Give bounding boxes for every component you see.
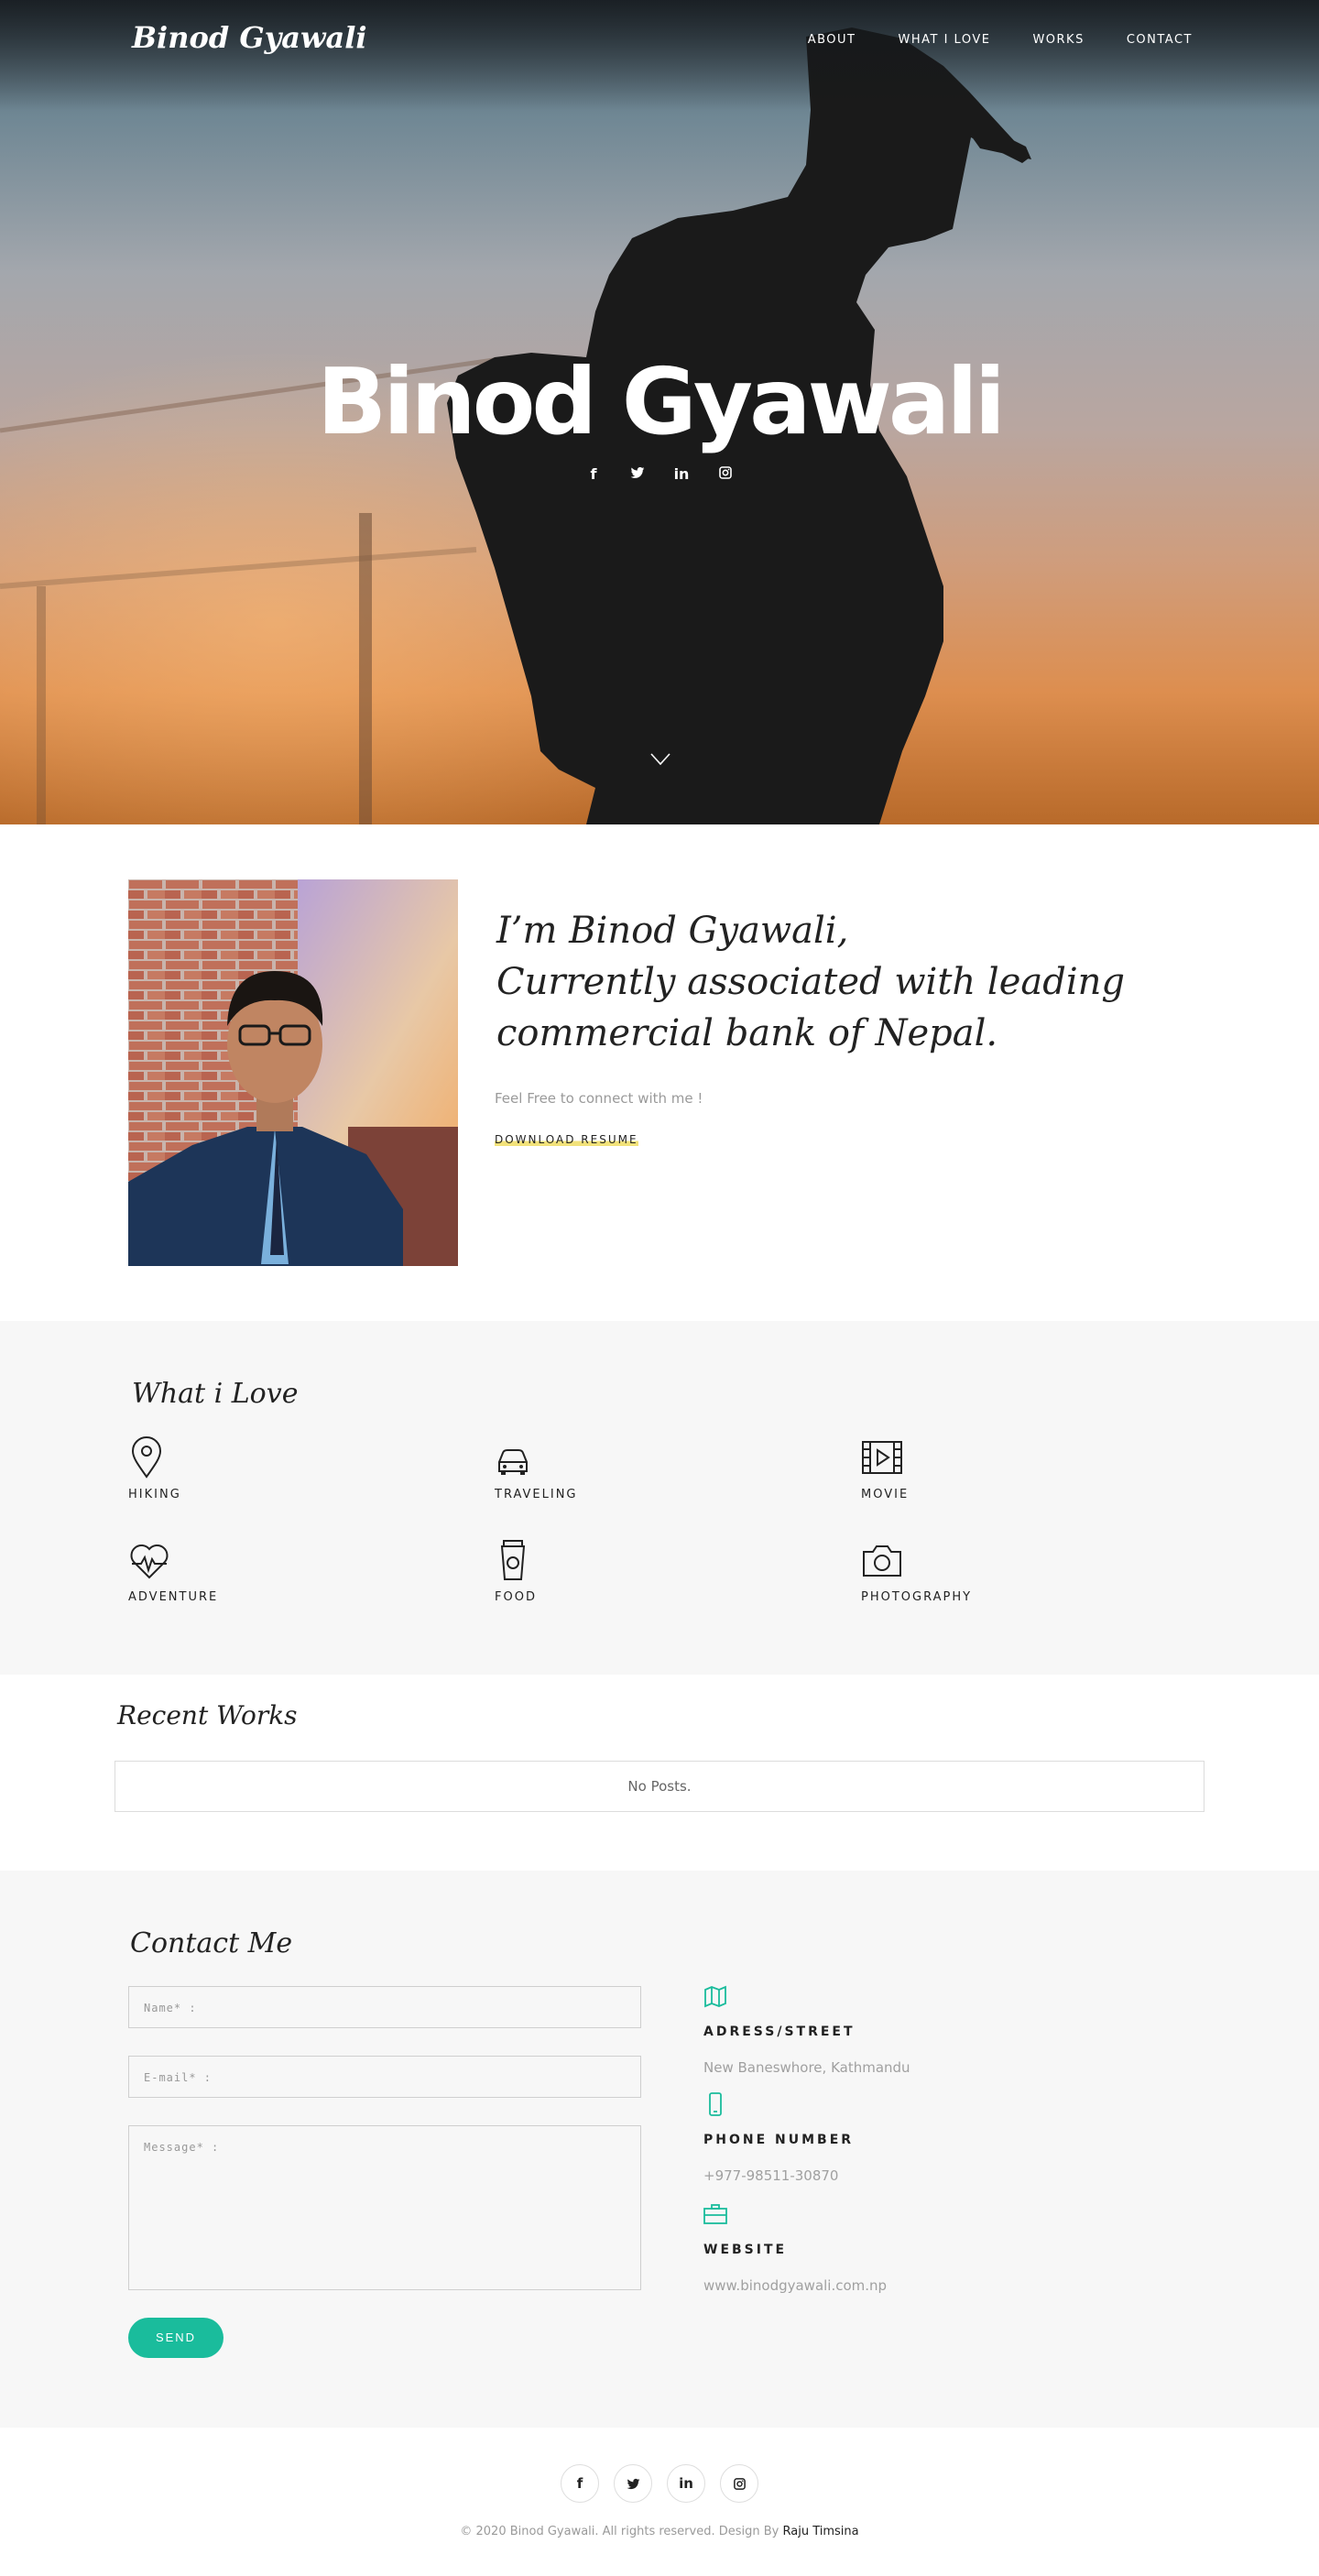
site-logo[interactable]: Binod Gyawali — [132, 20, 367, 55]
about-heading-line: I’m Binod Gyawali, — [496, 910, 849, 952]
instagram-icon[interactable] — [716, 465, 735, 484]
hero-social-links: f in — [0, 465, 1319, 484]
name-field[interactable]: Name* : — [128, 1986, 641, 2028]
message-field[interactable]: Message* : — [128, 2125, 641, 2290]
contact-section: Contact Me Name* : E-mail* : Message* : … — [0, 1871, 1319, 2428]
heartbeat-icon — [130, 1545, 169, 1579]
love-item-hiking: HIKING — [128, 1436, 403, 1501]
love-item-label: HIKING — [128, 1488, 181, 1501]
profile-photo — [128, 879, 458, 1266]
contact-info-heading: ADRESS/STREET — [703, 2025, 856, 2039]
about-heading: I’m Binod Gyawali, Currently associated … — [496, 905, 1156, 1059]
nav-what-i-love[interactable]: WHAT I LOVE — [898, 33, 990, 47]
coffee-cup-icon — [500, 1540, 526, 1580]
instagram-icon[interactable] — [720, 2464, 758, 2503]
footer-social-links: f in — [0, 2464, 1319, 2503]
linkedin-icon[interactable]: in — [672, 465, 691, 484]
film-icon — [862, 1441, 902, 1474]
contact-info-value[interactable]: www.binodgyawali.com.np — [703, 2277, 1161, 2294]
hero-title: Binod Gyawali — [317, 348, 1006, 455]
contact-info-value: New Baneswhore, Kathmandu — [703, 2059, 910, 2076]
download-resume-link[interactable]: DOWNLOAD RESUME — [495, 1133, 638, 1146]
love-item-label: FOOD — [495, 1590, 537, 1604]
section-title: Recent Works — [117, 1700, 298, 1730]
what-i-love-section: What i Love HIKING TRAVELING MOVIE ADVEN… — [0, 1321, 1319, 1675]
contact-info-website: WEBSITE www.binodgyawali.com.np — [703, 2202, 1161, 2294]
twitter-icon[interactable] — [628, 465, 647, 484]
love-item-traveling: TRAVELING — [495, 1436, 769, 1501]
about-heading-line: commercial bank of Nepal. — [496, 1012, 998, 1054]
contact-info-address: ADRESS/STREET New Baneswhore, Kathmandu — [703, 1984, 1161, 2076]
map-icon — [704, 1985, 726, 2008]
briefcase-icon — [703, 2204, 727, 2224]
no-posts-message: No Posts. — [114, 1761, 1205, 1812]
about-heading-line: Currently associated with leading — [496, 961, 1125, 1003]
love-item-adventure: ADVENTURE — [128, 1539, 403, 1604]
send-button[interactable]: SEND — [128, 2318, 223, 2358]
contact-info-value: +977-98511-30870 — [703, 2167, 839, 2184]
facebook-icon[interactable]: f — [584, 465, 603, 484]
footer: f in © 2020 Binod Gyawali. All rights re… — [0, 2428, 1319, 2576]
contact-info-heading: WEBSITE — [703, 2243, 788, 2257]
copyright-notice: © 2020 Binod Gyawali. All rights reserve… — [460, 2525, 783, 2538]
about-subtext: Feel Free to connect with me ! — [495, 1090, 703, 1107]
love-item-photography: PHOTOGRAPHY — [861, 1539, 1136, 1604]
love-item-label: TRAVELING — [495, 1488, 578, 1501]
love-item-label: PHOTOGRAPHY — [861, 1590, 973, 1604]
email-field[interactable]: E-mail* : — [128, 2056, 641, 2098]
love-item-label: MOVIE — [861, 1488, 910, 1501]
love-item-food: FOOD — [495, 1539, 769, 1604]
car-icon — [498, 1449, 528, 1475]
love-item-movie: MOVIE — [861, 1436, 1136, 1501]
facebook-icon[interactable]: f — [561, 2464, 599, 2503]
designer-credit-link[interactable]: Raju Timsina — [783, 2525, 859, 2538]
section-title: What i Love — [132, 1378, 299, 1410]
hero-top-shade — [0, 0, 1319, 110]
about-section: I’m Binod Gyawali, Currently associated … — [0, 824, 1319, 1321]
copyright-text: © 2020 Binod Gyawali. All rights reserve… — [0, 2525, 1319, 2538]
camera-icon — [863, 1545, 901, 1577]
recent-works-section: Recent Works No Posts. — [0, 1675, 1319, 1871]
twitter-icon[interactable] — [614, 2464, 652, 2503]
main-nav: ABOUT WHAT I LOVE WORKS CONTACT — [808, 33, 1193, 47]
chevron-down-icon[interactable] — [650, 753, 670, 766]
contact-info-heading: PHONE NUMBER — [703, 2133, 855, 2147]
contact-info-phone: PHONE NUMBER +977-98511-30870 — [703, 2092, 1161, 2184]
hero-section: Binod Gyawali ABOUT WHAT I LOVE WORKS CO… — [0, 0, 1319, 824]
linkedin-icon[interactable]: in — [667, 2464, 705, 2503]
nav-contact[interactable]: CONTACT — [1127, 33, 1193, 47]
love-item-label: ADVENTURE — [128, 1590, 219, 1604]
phone-icon — [709, 2092, 722, 2116]
section-title: Contact Me — [130, 1927, 293, 1959]
nav-about[interactable]: ABOUT — [808, 33, 856, 47]
nav-works[interactable]: WORKS — [1032, 33, 1084, 47]
map-pin-icon — [131, 1436, 162, 1479]
